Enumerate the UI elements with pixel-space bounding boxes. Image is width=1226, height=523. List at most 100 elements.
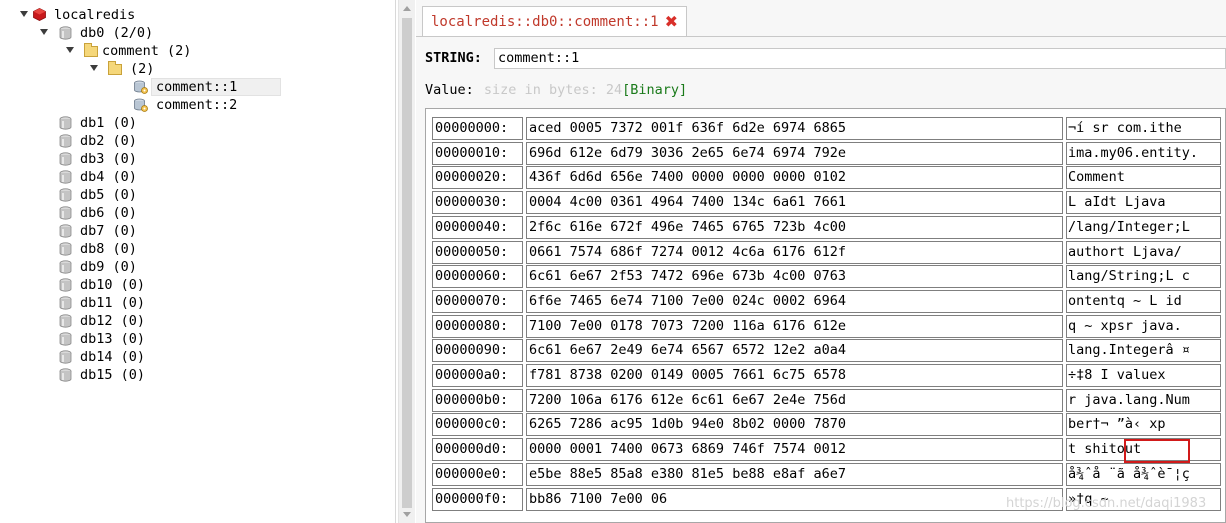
tree-node-database[interactable]: db4 (0) bbox=[0, 168, 300, 186]
database-count: (0) bbox=[112, 187, 137, 203]
tree-key-item[interactable]: comment::2 bbox=[0, 96, 300, 114]
hex-bytes-cell[interactable]: 6265 7286 ac95 1d0b 94e0 8b02 0000 7870 bbox=[526, 413, 1063, 437]
tree-node-database[interactable]: db8 (0) bbox=[0, 240, 300, 258]
hex-bytes-cell[interactable]: aced 0005 7372 001f 636f 6d2e 6974 6865 bbox=[526, 117, 1063, 140]
hex-ascii-cell[interactable]: Comment bbox=[1066, 166, 1221, 190]
hex-bytes-cell[interactable]: 7100 7e00 0178 7073 7200 116a 6176 612e bbox=[526, 314, 1063, 338]
tree-key-item[interactable]: comment::1 bbox=[0, 78, 300, 96]
hex-address-cell[interactable]: 000000f0: bbox=[432, 487, 523, 511]
tree-node-folder-comment[interactable]: comment (2) bbox=[0, 42, 300, 60]
key-name-field[interactable]: comment::1 bbox=[494, 48, 1226, 69]
database-name: db10 bbox=[80, 277, 113, 293]
hex-ascii-cell[interactable]: lang/String;L c bbox=[1066, 265, 1221, 289]
hex-ascii-cell[interactable]: L aIdt Ljava bbox=[1066, 191, 1221, 215]
database-count: (0) bbox=[120, 277, 146, 293]
hex-bytes-cell[interactable]: 2f6c 616e 672f 496e 7465 6765 723b 4c00 bbox=[526, 215, 1063, 239]
tree-node-database[interactable]: db3 (0) bbox=[0, 150, 300, 168]
hex-ascii-cell[interactable]: å¾ˆå ¨ã å¾ˆè¯¦ç bbox=[1066, 462, 1221, 486]
tree-node-database[interactable]: db5 (0) bbox=[0, 186, 300, 204]
tree-node-database[interactable]: db2 (0) bbox=[0, 132, 300, 150]
database-icon bbox=[59, 188, 72, 202]
hex-bytes-cell[interactable]: 0000 0001 7400 0673 6869 746f 7574 0012 bbox=[526, 438, 1063, 462]
tree-node-folder-empty[interactable]: (2) bbox=[0, 60, 300, 78]
hex-address-cell[interactable]: 000000e0: bbox=[432, 462, 523, 486]
hex-bytes-cell[interactable]: 6c61 6e67 2f53 7472 696e 673b 4c00 0763 bbox=[526, 265, 1063, 289]
tree-node-database[interactable]: db10 (0) bbox=[0, 276, 300, 294]
hex-ascii-cell[interactable]: ima.my06.entity. bbox=[1066, 141, 1221, 165]
hex-address-cell[interactable]: 00000040: bbox=[432, 215, 523, 239]
hex-address-cell[interactable]: 00000030: bbox=[432, 191, 523, 215]
database-name: db8 bbox=[80, 241, 105, 257]
scroll-up-icon[interactable] bbox=[403, 6, 411, 11]
tab-label: localredis::db0::comment::1 bbox=[431, 13, 659, 30]
database-count: (0) bbox=[112, 169, 137, 185]
database-name: db13 bbox=[80, 331, 113, 347]
hex-address-cell[interactable]: 00000090: bbox=[432, 339, 523, 363]
hex-address-cell[interactable]: 00000080: bbox=[432, 314, 523, 338]
hex-bytes-cell[interactable]: f781 8738 0200 0149 0005 7661 6c75 6578 bbox=[526, 364, 1063, 387]
hex-address-cell[interactable]: 000000a0: bbox=[432, 364, 523, 387]
tree-node-connection[interactable]: localredis bbox=[0, 6, 300, 24]
hex-address-cell[interactable]: 00000070: bbox=[432, 289, 523, 313]
hex-bytes-cell[interactable]: 7200 106a 6176 612e 6c61 6e67 2e4e 756d bbox=[526, 388, 1063, 412]
hex-ascii-cell[interactable]: ber†¬ ”à‹ xp bbox=[1066, 413, 1221, 437]
hex-address-cell[interactable]: 000000b0: bbox=[432, 388, 523, 412]
expand-arrow-icon[interactable] bbox=[66, 47, 74, 53]
hex-address-cell[interactable]: 00000020: bbox=[432, 166, 523, 190]
expand-arrow-icon[interactable] bbox=[20, 11, 28, 17]
hex-address-cell[interactable]: 000000d0: bbox=[432, 438, 523, 462]
hex-address-cell[interactable]: 00000060: bbox=[432, 265, 523, 289]
tree-node-database[interactable]: db14 (0) bbox=[0, 348, 300, 366]
tree-node-database[interactable]: db15 (0) bbox=[0, 366, 300, 384]
scroll-thumb[interactable] bbox=[402, 18, 412, 508]
tree-node-db0[interactable]: db0 (2/0) bbox=[0, 24, 300, 42]
tree-node-database[interactable]: db1 (0) bbox=[0, 114, 300, 132]
key-icon bbox=[134, 98, 148, 112]
database-icon bbox=[59, 260, 72, 274]
folder-count: (2) bbox=[167, 43, 192, 59]
tree-node-database[interactable]: db7 (0) bbox=[0, 222, 300, 240]
scroll-down-icon[interactable] bbox=[403, 512, 411, 517]
database-name: db9 bbox=[80, 259, 105, 275]
hex-address-cell[interactable]: 000000c0: bbox=[432, 413, 523, 437]
key-label: comment::1 bbox=[156, 79, 238, 95]
database-icon bbox=[59, 170, 72, 184]
database-name: db5 bbox=[80, 187, 105, 203]
hex-bytes-cell[interactable]: 6c61 6e67 2e49 6e74 6567 6572 12e2 a0a4 bbox=[526, 339, 1063, 363]
database-count: (0) bbox=[112, 205, 137, 221]
hex-bytes-cell[interactable]: e5be 88e5 85a8 e380 81e5 be88 e8af a6e7 bbox=[526, 462, 1063, 486]
expand-arrow-icon[interactable] bbox=[90, 65, 98, 71]
hex-ascii-cell[interactable]: r java.lang.Num bbox=[1066, 388, 1221, 412]
hex-address-cell[interactable]: 00000010: bbox=[432, 141, 523, 165]
tree-node-database[interactable]: db11 (0) bbox=[0, 294, 300, 312]
tree-scrollbar[interactable] bbox=[398, 0, 415, 523]
hex-ascii-cell[interactable]: ÷‡8 I valuex bbox=[1066, 364, 1221, 387]
hex-bytes-cell[interactable]: bb86 7100 7e00 06 bbox=[526, 487, 1063, 511]
hex-bytes-cell[interactable]: 0004 4c00 0361 4964 7400 134c 6a61 7661 bbox=[526, 191, 1063, 215]
tree-node-database[interactable]: db6 (0) bbox=[0, 204, 300, 222]
expand-arrow-icon[interactable] bbox=[40, 29, 48, 35]
tree-node-database[interactable]: db9 (0) bbox=[0, 258, 300, 276]
hex-address-cell[interactable]: 00000000: bbox=[432, 117, 523, 140]
tab-key[interactable]: localredis::db0::comment::1 ✖ bbox=[422, 6, 687, 36]
hex-ascii-cell[interactable]: lang.Integerâ ¤ bbox=[1066, 339, 1221, 363]
tree-node-database[interactable]: db12 (0) bbox=[0, 312, 300, 330]
hex-bytes-cell[interactable]: 436f 6d6d 656e 7400 0000 0000 0000 0102 bbox=[526, 166, 1063, 190]
hex-viewer[interactable]: 00000000: aced 0005 7372 001f 636f 6d2e 6… bbox=[425, 108, 1226, 523]
hex-bytes-cell[interactable]: 6f6e 7465 6e74 7100 7e00 024c 0002 6964 bbox=[526, 289, 1063, 313]
hex-address-cell[interactable]: 00000050: bbox=[432, 240, 523, 264]
database-count: (0) bbox=[120, 313, 146, 329]
hex-ascii-cell[interactable]: authort Ljava/ bbox=[1066, 240, 1221, 264]
connection-label: localredis bbox=[54, 7, 136, 23]
database-count: (0) bbox=[112, 115, 137, 131]
hex-ascii-cell[interactable]: ¬í sr com.ithe bbox=[1066, 117, 1221, 140]
database-icon bbox=[59, 278, 72, 292]
close-icon[interactable]: ✖ bbox=[665, 13, 678, 30]
tree-node-database[interactable]: db13 (0) bbox=[0, 330, 300, 348]
hex-bytes-cell[interactable]: 696d 612e 6d79 3036 2e65 6e74 6974 792e bbox=[526, 141, 1063, 165]
hex-ascii-cell[interactable]: /lang/Integer;L bbox=[1066, 215, 1221, 239]
hex-ascii-cell[interactable]: q ~ xpsr java. bbox=[1066, 314, 1221, 338]
hex-ascii-cell[interactable]: ontentq ~ L id bbox=[1066, 289, 1221, 313]
hex-bytes-cell[interactable]: 0661 7574 686f 7274 0012 4c6a 6176 612f bbox=[526, 240, 1063, 264]
value-size-text: size in bytes: 24 bbox=[483, 82, 623, 98]
